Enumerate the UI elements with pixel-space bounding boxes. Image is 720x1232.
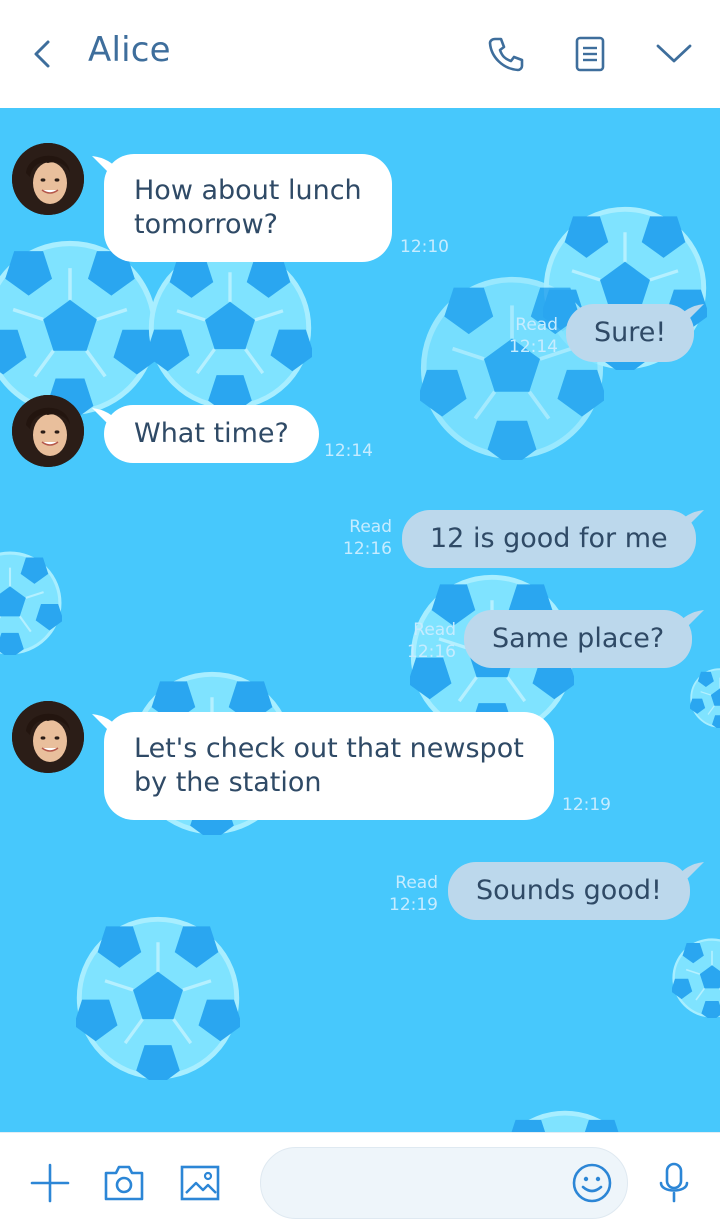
soccer-ball-icon [76,916,240,1080]
chat-area[interactable]: How about lunch tomorrow? 12:10 Read 12:… [0,108,720,1132]
message-text-line: How about lunch [134,175,362,206]
message-meta: Read 12:19 [386,872,438,916]
back-icon[interactable] [26,34,62,74]
soccer-ball-icon [148,246,312,410]
message-time: 12:16 [407,642,456,662]
emoji-icon[interactable] [570,1161,614,1205]
message-bubble[interactable]: What time? [104,405,319,463]
message-bubble[interactable]: Sure! [566,304,695,362]
message-time: 12:14 [509,337,558,357]
message-text: Same place? [492,623,665,654]
soccer-ball-icon [0,551,62,655]
avatar[interactable] [12,701,84,773]
message-time: 12:14 [324,441,373,461]
read-label: Read [395,873,438,893]
avatar[interactable] [12,143,84,215]
message-meta: Read 12:16 [404,619,456,663]
message-text-line: tomorrow? [134,209,278,240]
soccer-ball-icon [0,240,158,416]
message-time: 12:19 [562,795,611,815]
read-label: Read [413,620,456,640]
message-time: 12:16 [343,539,392,559]
chat-header: Alice [0,0,720,108]
message-meta: Read 12:14 [506,314,558,358]
message-text: Sounds good! [476,875,662,906]
microphone-icon[interactable] [652,1161,696,1205]
soccer-ball-icon [672,938,720,1018]
message-bubble[interactable]: Sounds good! [448,862,690,920]
read-label: Read [349,517,392,537]
chevron-down-icon[interactable] [654,34,694,74]
message-text: 12 is good for me [430,523,668,554]
message-time: 12:19 [389,895,438,915]
message-text-line: by the station [134,767,322,798]
contact-name[interactable]: Alice [88,30,171,70]
phone-icon[interactable] [486,34,526,74]
avatar[interactable] [12,395,84,467]
image-icon[interactable] [178,1161,222,1205]
message-text-line: Let's check out that newspot [134,733,524,764]
message-bubble[interactable]: Same place? [464,610,693,668]
plus-icon[interactable] [28,1161,72,1205]
message-bubble[interactable]: 12 is good for me [402,510,696,568]
message-meta: Read 12:16 [340,516,392,560]
soccer-ball-icon [420,276,604,460]
message-time: 12:10 [400,237,449,257]
soccer-ball-icon [511,1110,619,1132]
soccer-ball-icon [690,668,720,728]
message-bubble[interactable]: Let's check out that newspot by the stat… [104,712,554,820]
input-bar [0,1132,720,1232]
read-label: Read [515,315,558,335]
message-bubble[interactable]: How about lunch tomorrow? [104,154,392,262]
message-text: What time? [134,418,289,449]
notes-icon[interactable] [570,34,610,74]
camera-icon[interactable] [102,1161,146,1205]
message-text: Sure! [594,317,667,348]
